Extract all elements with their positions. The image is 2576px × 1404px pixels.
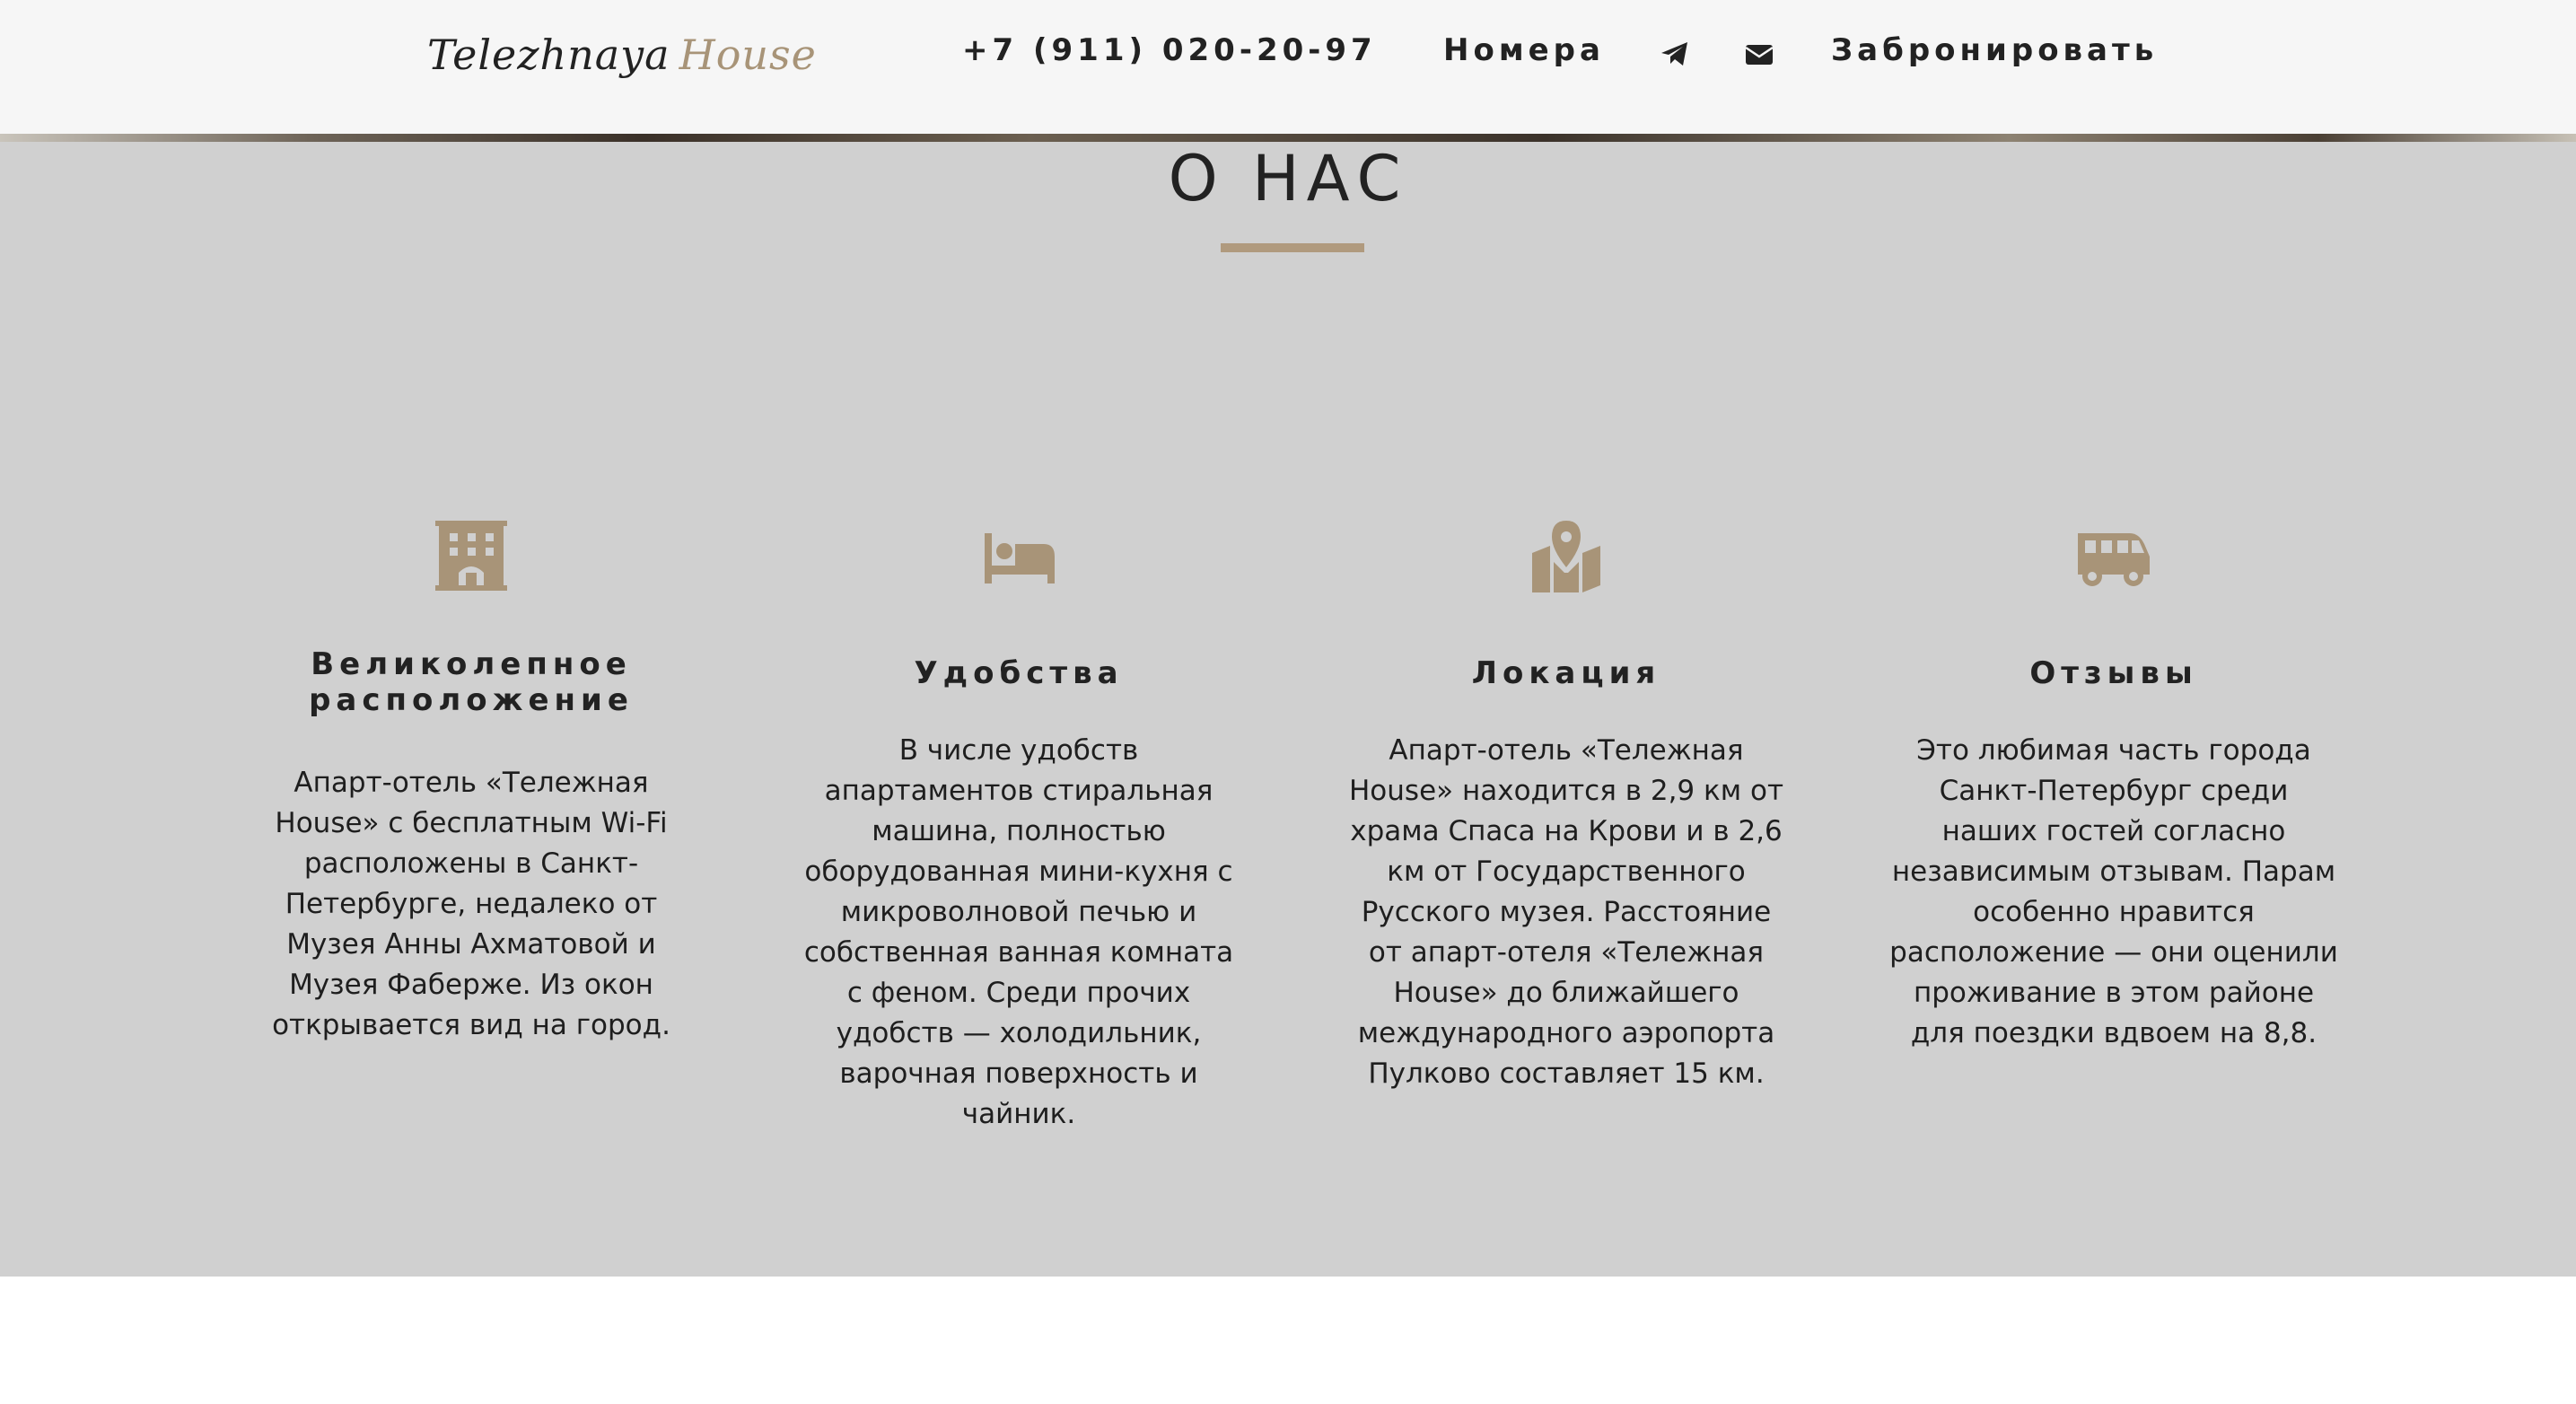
- feature-text: В числе удобств апартаментов стиральная …: [803, 734, 1234, 1130]
- feature-title: Великолепное расположение: [309, 646, 634, 718]
- hero-image-edge: [0, 134, 2576, 142]
- feature-text: Апарт-отель «Тележная House» находится в…: [1349, 734, 1783, 1090]
- site-logo[interactable]: Telezhnaya House: [427, 31, 817, 79]
- feature-text: Это любимая часть города Санкт-Петербург…: [1889, 734, 2338, 1049]
- book-link[interactable]: Забронировать: [1831, 32, 2158, 68]
- envelope-icon[interactable]: [1743, 38, 1775, 70]
- bed-icon: [985, 533, 1055, 584]
- feature-title: Локация: [1471, 655, 1661, 691]
- hotel-building-icon: [435, 521, 507, 591]
- logo-part1: Telezhnaya: [427, 31, 670, 79]
- rooms-link[interactable]: Номера: [1443, 32, 1605, 68]
- shuttle-van-icon: [2078, 533, 2150, 586]
- section-title: О НАС: [1168, 142, 1408, 215]
- title-underline: [1221, 243, 1364, 252]
- phone-link[interactable]: +7 (911) 020-20-97: [962, 32, 1377, 68]
- feature-title: Удобства: [914, 655, 1124, 691]
- feature-text: Апарт-отель «Тележная House» с бесплатны…: [272, 767, 670, 1041]
- logo-part2: House: [679, 31, 817, 79]
- telegram-icon[interactable]: [1659, 38, 1691, 70]
- map-marker-icon: [1532, 521, 1600, 592]
- top-navbar: Telezhnaya House +7 (911) 020-20-97 Номер…: [0, 0, 2576, 136]
- feature-title: Отзывы: [2029, 655, 2198, 691]
